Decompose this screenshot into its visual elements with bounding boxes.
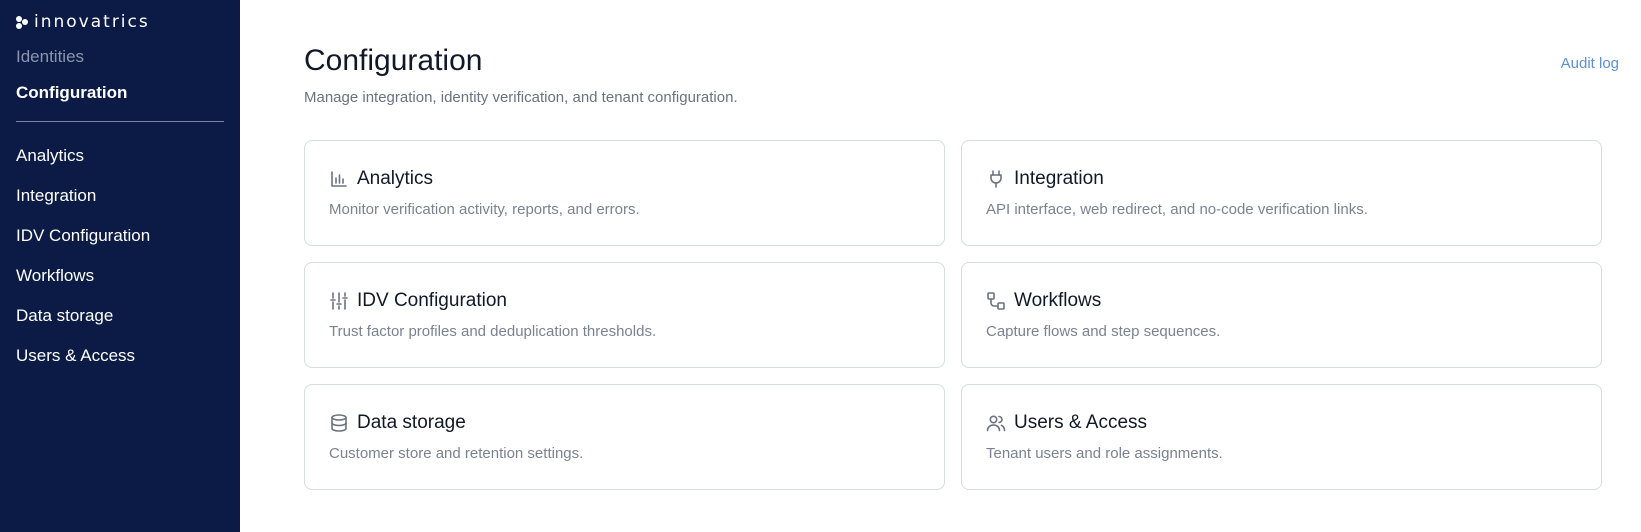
config-card-grid: Analytics Monitor verification activity,… (304, 140, 1602, 490)
sidebar-item-workflows[interactable]: Workflows (16, 264, 150, 304)
card-analytics[interactable]: Analytics Monitor verification activity,… (304, 140, 945, 246)
card-description: API interface, web redirect, and no-code… (986, 201, 1368, 218)
audit-log-link[interactable]: Audit log (1561, 55, 1619, 72)
sidebar-divider (16, 121, 224, 122)
card-users-access[interactable]: Users & Access Tenant users and role ass… (961, 384, 1602, 490)
card-title: Analytics (357, 168, 434, 189)
page-subtitle: Manage integration, identity verificatio… (304, 89, 738, 106)
users-icon (986, 413, 1006, 433)
card-description: Monitor verification activity, reports, … (329, 201, 640, 218)
card-data-storage[interactable]: Data storage Customer store and retentio… (304, 384, 945, 490)
sliders-icon (329, 291, 349, 311)
card-title: Workflows (1014, 290, 1102, 311)
main-content: Configuration Manage integration, identi… (240, 0, 1641, 532)
card-title: IDV Configuration (357, 290, 507, 311)
sidebar-item-users-access[interactable]: Users & Access (16, 344, 150, 384)
workflow-icon (986, 291, 1006, 311)
sidebar-item-integration[interactable]: Integration (16, 184, 150, 224)
logo-mark-icon (16, 15, 28, 29)
bar-chart-icon (329, 169, 349, 189)
card-idv-configuration[interactable]: IDV Configuration Trust factor profiles … (304, 262, 945, 368)
page-title: Configuration (304, 44, 483, 77)
card-description: Trust factor profiles and deduplication … (329, 323, 657, 340)
nav-configuration[interactable]: Configuration (16, 83, 127, 103)
sidebar-nav: Analytics Integration IDV Configuration … (16, 144, 150, 384)
card-description: Capture flows and step sequences. (986, 323, 1221, 340)
database-icon (329, 413, 349, 433)
sidebar-item-data-storage[interactable]: Data storage (16, 304, 150, 344)
card-title: Users & Access (1014, 412, 1148, 433)
card-title: Data storage (357, 412, 466, 433)
sidebar: innovatrics Identities Configuration Ana… (0, 0, 240, 532)
card-description: Tenant users and role assignments. (986, 445, 1223, 462)
sidebar-item-analytics[interactable]: Analytics (16, 144, 150, 184)
card-integration[interactable]: Integration API interface, web redirect,… (961, 140, 1602, 246)
card-description: Customer store and retention settings. (329, 445, 584, 462)
card-workflows[interactable]: Workflows Capture flows and step sequenc… (961, 262, 1602, 368)
plug-icon (986, 169, 1006, 189)
logo-text: innovatrics (34, 12, 150, 32)
sidebar-item-idv-configuration[interactable]: IDV Configuration (16, 224, 150, 264)
nav-identities[interactable]: Identities (16, 47, 84, 67)
card-title: Integration (1014, 168, 1104, 189)
innovatrics-logo[interactable]: innovatrics (16, 12, 150, 32)
